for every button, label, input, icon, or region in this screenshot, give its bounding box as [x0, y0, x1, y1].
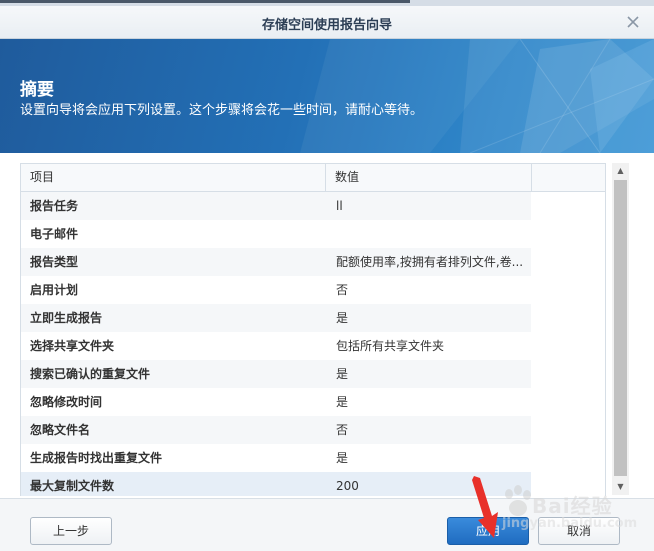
table-row[interactable]: 忽略修改时间 是 — [21, 388, 531, 417]
table-row[interactable]: 忽略文件名 否 — [21, 416, 531, 445]
back-button[interactable]: 上一步 — [30, 517, 112, 545]
table-row[interactable]: 搜索已确认的重复文件 是 — [21, 360, 531, 389]
row-key: 报告任务 — [30, 199, 79, 213]
wizard-dialog: 存储空间使用报告向导 摘要 设置向导将会应用下列设置。这个步骤将会花一些时间，请… — [0, 0, 654, 551]
apply-button[interactable]: 应用 — [447, 517, 529, 545]
row-value: 否 — [336, 283, 349, 297]
table-row[interactable]: 选择共享文件夹 包括所有共享文件夹 — [21, 332, 531, 361]
row-value: 否 — [336, 423, 349, 437]
banner-decoration — [300, 39, 654, 153]
table-row[interactable]: 启用计划 否 — [21, 276, 531, 305]
scroll-up-arrow-icon[interactable]: ▲ — [612, 163, 629, 179]
row-key: 电子邮件 — [30, 227, 79, 241]
content-area: 项目 数值 报告任务 ll 电子邮件 报告类型 配额使用率,按拥有者排列文件,卷… — [0, 153, 654, 498]
row-value: 包括所有共享文件夹 — [336, 339, 445, 353]
table-row[interactable]: 生成报告时找出重复文件 是 — [21, 444, 531, 473]
row-key: 启用计划 — [30, 283, 79, 297]
row-value: 是 — [336, 451, 349, 465]
row-key: 忽略文件名 — [30, 423, 91, 437]
summary-grid: 项目 数值 报告任务 ll 电子邮件 报告类型 配额使用率,按拥有者排列文件,卷… — [20, 163, 606, 496]
column-header-spacer — [532, 164, 605, 191]
banner-subtitle: 设置向导将会应用下列设置。这个步骤将会花一些时间，请耐心等待。 — [20, 103, 424, 118]
row-value — [336, 220, 524, 248]
row-value: 配额使用率,按拥有者排列文件,卷... — [336, 255, 524, 269]
close-button[interactable] — [622, 11, 644, 33]
row-key: 忽略修改时间 — [30, 395, 103, 409]
cancel-button[interactable]: 取消 — [538, 517, 620, 545]
row-key: 生成报告时找出重复文件 — [30, 451, 163, 465]
row-value: 是 — [336, 367, 349, 381]
row-value: 是 — [336, 395, 349, 409]
row-value: 200 — [336, 479, 359, 493]
row-key: 报告类型 — [30, 255, 79, 269]
row-key: 选择共享文件夹 — [30, 339, 115, 353]
table-row[interactable]: 报告任务 ll — [21, 192, 531, 221]
row-value: 是 — [336, 311, 349, 325]
table-row-selected[interactable]: 最大复制文件数 200 — [21, 472, 531, 496]
table-row[interactable]: 电子邮件 — [21, 220, 531, 249]
title-bar: 存储空间使用报告向导 — [0, 6, 654, 39]
row-key: 最大复制文件数 — [30, 479, 115, 493]
grid-header: 项目 数值 — [21, 164, 605, 192]
close-icon — [627, 16, 639, 28]
scroll-thumb[interactable] — [614, 180, 627, 476]
row-key: 搜索已确认的重复文件 — [30, 367, 151, 381]
column-header-item[interactable]: 项目 — [21, 164, 326, 191]
table-row[interactable]: 立即生成报告 是 — [21, 304, 531, 333]
table-row[interactable]: 报告类型 配额使用率,按拥有者排列文件,卷... — [21, 248, 531, 277]
vertical-scrollbar[interactable]: ▲ ▼ — [612, 163, 629, 495]
banner-title: 摘要 — [20, 80, 54, 100]
header-banner: 摘要 设置向导将会应用下列设置。这个步骤将会花一些时间，请耐心等待。 — [0, 39, 654, 153]
dialog-title: 存储空间使用报告向导 — [261, 18, 392, 33]
footer-bar: 上一步 应用 取消 — [0, 498, 654, 551]
scroll-down-arrow-icon[interactable]: ▼ — [612, 479, 629, 495]
column-header-value[interactable]: 数值 — [326, 164, 532, 191]
top-strip-dark — [0, 0, 410, 3]
row-value: ll — [336, 199, 343, 213]
row-key: 立即生成报告 — [30, 311, 103, 325]
